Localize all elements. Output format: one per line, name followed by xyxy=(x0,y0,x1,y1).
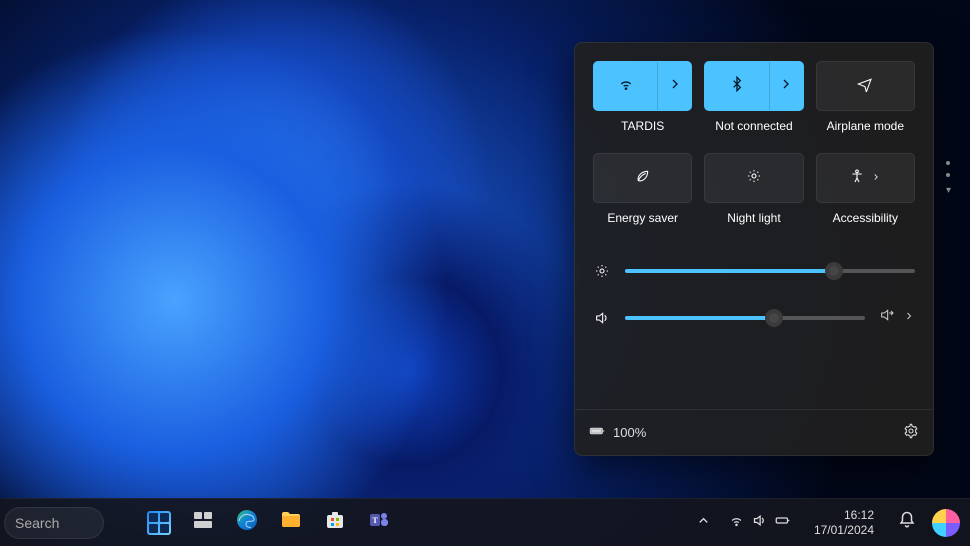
quick-settings-sliders xyxy=(575,239,933,328)
night-light-tile-label: Night light xyxy=(727,211,780,225)
energy-saver-tile[interactable] xyxy=(593,153,692,203)
gear-icon xyxy=(903,423,919,439)
brightness-slider[interactable] xyxy=(625,269,915,273)
store-icon xyxy=(323,508,347,537)
quick-settings-footer: 100% xyxy=(575,409,933,455)
battery-status[interactable]: 100% xyxy=(589,423,646,442)
bluetooth-tile-label: Not connected xyxy=(715,119,792,133)
chevron-right-icon xyxy=(778,76,794,97)
file-explorer-button[interactable] xyxy=(272,504,310,542)
airplane-mode-tile[interactable] xyxy=(816,61,915,111)
teams-button[interactable]: T xyxy=(360,504,398,542)
battery-percent-text: 100% xyxy=(613,425,646,440)
windows-logo-icon xyxy=(147,511,171,535)
leaf-icon xyxy=(635,168,651,189)
quick-settings-page-indicator[interactable]: ▾ xyxy=(946,161,951,196)
airplane-icon xyxy=(857,76,873,97)
brightness-icon xyxy=(746,168,762,189)
network-volume-battery-button[interactable] xyxy=(721,503,798,543)
bluetooth-icon xyxy=(729,76,745,97)
wifi-toggle[interactable] xyxy=(594,62,657,110)
bluetooth-toggle[interactable] xyxy=(705,62,768,110)
chevron-down-icon: ▾ xyxy=(946,185,951,196)
airplane-mode-tile-label: Airplane mode xyxy=(827,119,904,133)
chevron-right-icon xyxy=(871,169,881,187)
battery-icon xyxy=(589,423,605,442)
settings-button[interactable] xyxy=(903,423,919,442)
notifications-button[interactable] xyxy=(890,503,924,543)
teams-icon: T xyxy=(367,508,391,537)
slider-thumb[interactable] xyxy=(765,309,783,327)
search-placeholder: Search xyxy=(15,515,59,531)
brightness-slider-row xyxy=(593,263,915,279)
accessibility-tile-label: Accessibility xyxy=(833,211,898,225)
wifi-icon xyxy=(729,513,744,533)
quick-settings-tiles: TARDIS Not connected xyxy=(575,43,933,239)
brightness-icon xyxy=(593,263,611,279)
volume-slider-row xyxy=(593,307,915,328)
edge-icon xyxy=(235,508,259,537)
audio-output-expand-button[interactable] xyxy=(903,309,915,327)
energy-saver-tile-label: Energy saver xyxy=(607,211,678,225)
wifi-icon xyxy=(618,76,634,97)
chevron-up-icon xyxy=(696,513,711,533)
copilot-button[interactable] xyxy=(932,509,960,537)
bluetooth-tile[interactable] xyxy=(704,61,803,111)
wifi-expand-button[interactable] xyxy=(657,62,691,110)
audio-output-icon[interactable] xyxy=(879,307,895,328)
battery-icon xyxy=(775,513,790,533)
edge-button[interactable] xyxy=(228,504,266,542)
task-view-icon xyxy=(191,508,215,537)
bell-icon xyxy=(898,511,916,534)
volume-slider[interactable] xyxy=(625,316,865,320)
microsoft-store-button[interactable] xyxy=(316,504,354,542)
task-view-button[interactable] xyxy=(184,504,222,542)
taskbar: Search T xyxy=(0,498,970,546)
night-light-tile[interactable] xyxy=(704,153,803,203)
clock-button[interactable]: 16:12 17/01/2024 xyxy=(800,503,888,543)
taskbar-search[interactable]: Search xyxy=(4,507,104,539)
clock-time: 16:12 xyxy=(814,508,874,522)
volume-icon xyxy=(593,310,611,326)
taskbar-pinned-apps: T xyxy=(140,504,398,542)
quick-settings-panel: ▾ TARDIS xyxy=(574,42,934,456)
chevron-right-icon xyxy=(667,76,683,97)
accessibility-icon xyxy=(849,168,865,189)
wifi-tile[interactable] xyxy=(593,61,692,111)
bluetooth-expand-button[interactable] xyxy=(769,62,803,110)
accessibility-tile[interactable] xyxy=(816,153,915,203)
svg-text:T: T xyxy=(372,516,378,525)
start-button[interactable] xyxy=(140,504,178,542)
system-tray: 16:12 17/01/2024 xyxy=(688,503,966,543)
tray-overflow-button[interactable] xyxy=(688,503,719,543)
wifi-tile-label: TARDIS xyxy=(621,119,664,133)
clock-date: 17/01/2024 xyxy=(814,523,874,537)
slider-thumb[interactable] xyxy=(825,262,843,280)
folder-icon xyxy=(279,508,303,537)
volume-icon xyxy=(752,513,767,533)
